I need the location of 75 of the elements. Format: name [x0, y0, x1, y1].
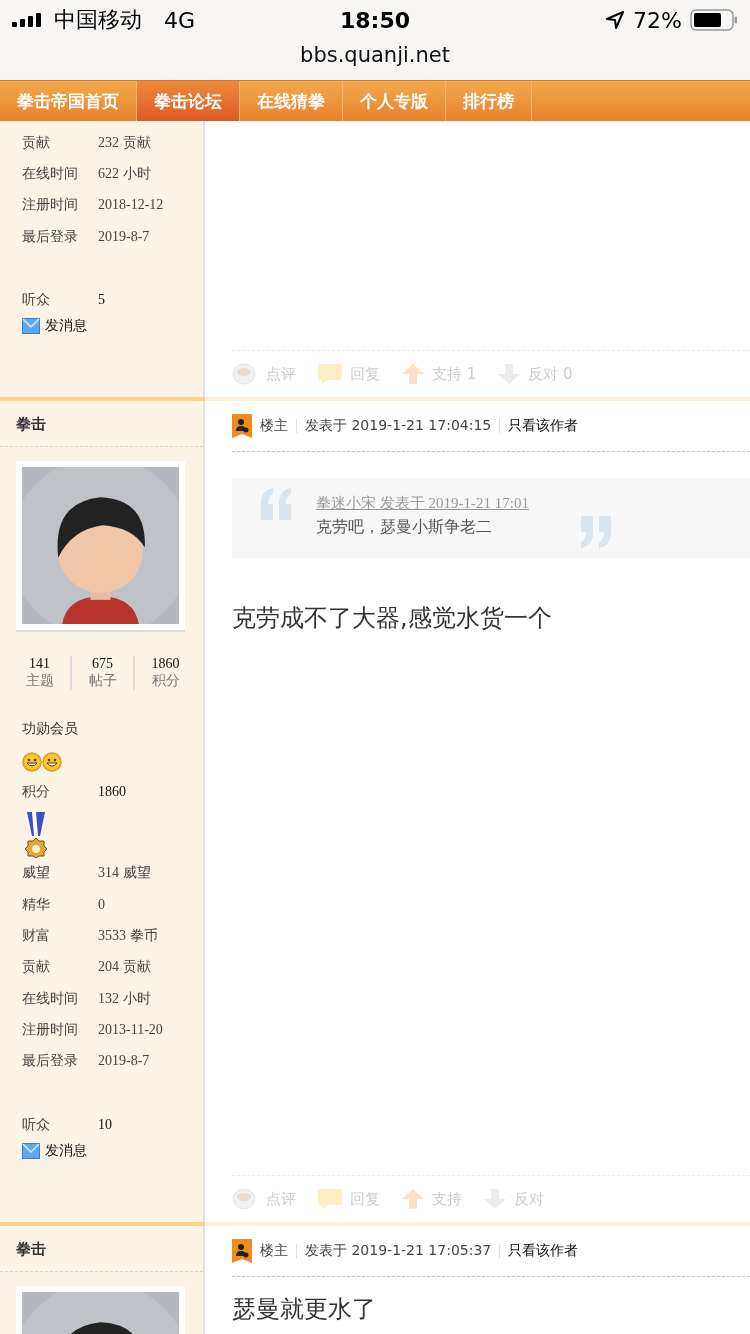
stat-label: 财富 — [22, 927, 51, 945]
send-message-link[interactable]: 发消息 — [22, 1142, 203, 1161]
count-value: 675 — [92, 656, 113, 673]
stat-label: 在线时间 — [22, 164, 79, 183]
carrier-name: 中国移动 — [54, 6, 142, 34]
stat-value: 5 — [98, 291, 105, 308]
envelope-icon — [22, 1143, 40, 1160]
send-message-link[interactable]: 发消息 — [22, 317, 203, 336]
cup-icon — [232, 363, 258, 386]
stat-value: 132 小时 — [98, 989, 151, 1008]
nav-tab[interactable]: 排行榜 — [446, 81, 532, 121]
cup-icon — [232, 1188, 258, 1211]
address-url[interactable]: bbs.quanji.net — [0, 40, 750, 70]
stat-value: 2019-8-7 — [98, 228, 150, 245]
network-type: 4G — [164, 7, 196, 33]
stat-label: 积分 — [22, 783, 51, 802]
stat-value: 2018-12-12 — [98, 197, 164, 214]
count-label: 主题 — [25, 672, 54, 691]
location-arrow-icon — [605, 10, 626, 30]
post-time: 发表于 2019-1-21 17:04:15 — [305, 417, 492, 436]
author-name[interactable]: 拳击 — [0, 401, 203, 448]
stat-value: 10 — [98, 1116, 112, 1133]
stat-label: 贡献 — [22, 958, 51, 977]
stat-value: 2013-11-20 — [98, 1021, 163, 1038]
stat-value: 2019-8-7 — [98, 1053, 150, 1070]
post-time: 发表于 2019-1-21 17:05:37 — [305, 1242, 492, 1261]
medal-icon — [23, 811, 49, 858]
floor-label: 楼主 — [260, 1242, 288, 1261]
author-name[interactable]: 拳击 — [0, 1226, 203, 1273]
nav-tab[interactable]: 个人专版 — [343, 81, 446, 121]
stat-label: 在线时间 — [22, 989, 79, 1008]
stat-value: 314 威望 — [98, 864, 151, 883]
stat-label: 贡献 — [22, 133, 51, 152]
author-only-link[interactable]: 只看该作者 — [508, 417, 579, 436]
battery-percent: 72% — [633, 7, 682, 33]
smiley-icon — [42, 752, 62, 773]
stat-label: 听众 — [22, 1115, 51, 1134]
close-quote-icon — [578, 516, 613, 549]
stat-value: 1860 — [98, 784, 126, 801]
stat-label: 精华 — [22, 895, 51, 914]
stat-label: 最后登录 — [22, 227, 79, 246]
speech-bubble-icon — [318, 1189, 342, 1210]
nav-tab[interactable]: 拳击论坛 — [137, 81, 240, 121]
count-label: 帖子 — [88, 672, 117, 691]
nav-tab[interactable]: 在线猜拳 — [240, 81, 343, 121]
rank-title: 功勋会员 — [22, 720, 79, 739]
user-badge-icon — [232, 1239, 252, 1264]
up-arrow-icon — [402, 364, 424, 385]
clock-time: 18:50 — [340, 7, 410, 33]
quote-meta-link[interactable]: 拳迷小宋 发表于 2019-1-21 17:01 — [316, 494, 529, 514]
floor-label: 楼主 — [260, 417, 288, 436]
count-value: 1860 — [151, 656, 180, 673]
post-text: 克劳成不了大器,感觉水货一个 — [232, 603, 553, 635]
count-label: 积分 — [151, 672, 180, 691]
stat-label: 注册时间 — [22, 196, 79, 215]
up-arrow-icon — [402, 1189, 424, 1210]
open-quote-icon — [259, 488, 293, 521]
quote-text: 克劳吧，瑟曼小斯争老二 — [316, 517, 493, 539]
stat-value: 3533 拳币 — [98, 927, 158, 945]
stat-value: 622 小时 — [98, 164, 151, 183]
stat-value: 232 贡献 — [98, 133, 151, 152]
stat-label: 最后登录 — [22, 1052, 79, 1071]
stat-label: 听众 — [22, 290, 51, 309]
envelope-icon — [22, 318, 40, 335]
stat-value: 0 — [98, 896, 105, 913]
smiley-icon — [22, 752, 42, 773]
battery-icon — [690, 9, 738, 31]
count-value: 141 — [29, 656, 50, 673]
stat-value: 204 贡献 — [98, 958, 151, 977]
author-only-link[interactable]: 只看该作者 — [508, 1242, 579, 1261]
user-badge-icon — [232, 414, 252, 439]
speech-bubble-icon — [318, 364, 342, 385]
stat-label: 威望 — [22, 864, 51, 883]
post-text: 瑟曼就更水了 — [232, 1294, 377, 1326]
stat-label: 注册时间 — [22, 1020, 79, 1039]
